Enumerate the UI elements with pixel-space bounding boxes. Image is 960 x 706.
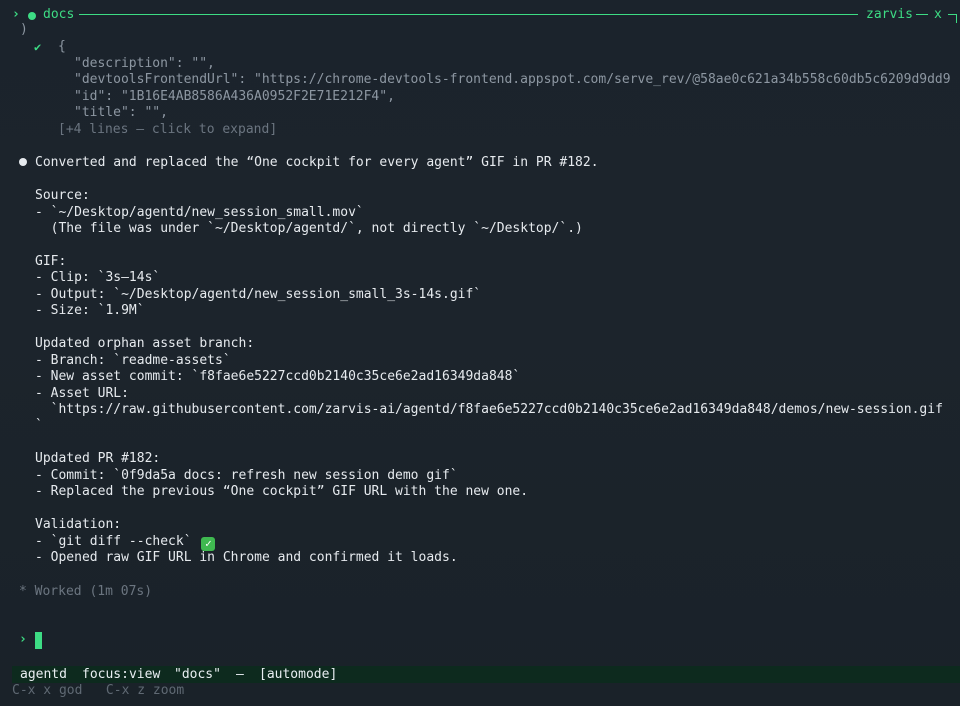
source-path: - `~/Desktop/agentd/new_session_small.mo…	[35, 205, 364, 220]
pr-heading: Updated PR #182:	[35, 451, 161, 466]
branch-heading: Updated orphan asset branch:	[35, 336, 255, 351]
validation-diff-text: - `git diff --check`	[35, 534, 200, 549]
gif-size: - Size: `1.9M`	[35, 303, 145, 318]
validation-heading: Validation:	[35, 517, 122, 532]
source-note: (The file was under `~/Desktop/agentd/`,…	[35, 221, 583, 236]
json-open-brace: {	[58, 39, 66, 54]
worked-duration: * Worked (1m 07s)	[19, 584, 153, 599]
message-headline: Converted and replaced the “One cockpit …	[35, 155, 599, 170]
json-line: "id": "1B16E4AB8586A436A0952F2E71E212F4"…	[74, 89, 395, 104]
check-mark-icon: ✓	[201, 537, 216, 551]
gif-clip: - Clip: `3s–14s`	[35, 270, 161, 285]
close-paren: )	[20, 22, 28, 37]
expand-lines-link[interactable]: [+4 lines — click to expand]	[58, 122, 277, 138]
status-view-name: "docs"	[174, 667, 221, 682]
validation-diff: - `git diff --check` ✓	[35, 534, 216, 551]
gif-heading: GIF:	[35, 254, 67, 269]
validation-chrome: - Opened raw GIF URL in Chrome and confi…	[35, 550, 458, 565]
gif-output: - Output: `~/Desktop/agentd/new_session_…	[35, 287, 482, 302]
window-title: docs	[43, 7, 75, 22]
app-name: zarvis	[866, 7, 913, 22]
keybinding-hints: C-x x god C-x z zoom	[12, 683, 185, 698]
input-chevron-icon: ›	[19, 632, 27, 647]
close-button[interactable]: x	[934, 6, 942, 24]
asset-url-tail: `	[35, 418, 43, 433]
status-app: agentd	[20, 667, 67, 682]
json-line: "description": "",	[74, 56, 215, 71]
check-icon: ✔	[34, 40, 42, 54]
prompt-chevron-icon: ›	[12, 7, 20, 22]
status-mode: [automode]	[259, 667, 338, 682]
status-bar: agentd focus:view "docs" – [automode]	[12, 666, 960, 683]
status-dot-icon	[28, 12, 36, 20]
pr-commit: - Commit: `0f9da5a docs: refresh new ses…	[35, 468, 458, 483]
branch-commit: - New asset commit: `f8fae6e5227ccd0b214…	[35, 369, 521, 384]
status-focus: focus:view	[82, 667, 161, 682]
title-rule	[79, 14, 858, 15]
pr-replaced: - Replaced the previous “One cockpit” GI…	[35, 484, 529, 499]
status-separator: –	[236, 667, 244, 682]
source-heading: Source:	[35, 188, 90, 203]
branch-name: - Branch: `readme-assets`	[35, 353, 231, 368]
title-bar: › docs zarvis x	[0, 6, 960, 24]
message-bullet-icon	[19, 158, 27, 166]
asset-url-label: - Asset URL:	[35, 386, 129, 401]
title-dash	[916, 14, 928, 15]
corner-icon	[948, 14, 957, 23]
asset-url: `https://raw.githubusercontent.com/zarvi…	[35, 402, 943, 417]
json-line: "title": "",	[74, 105, 168, 120]
json-line: "devtoolsFrontendUrl": "https://chrome-d…	[74, 72, 951, 87]
prompt-input[interactable]	[35, 632, 42, 649]
